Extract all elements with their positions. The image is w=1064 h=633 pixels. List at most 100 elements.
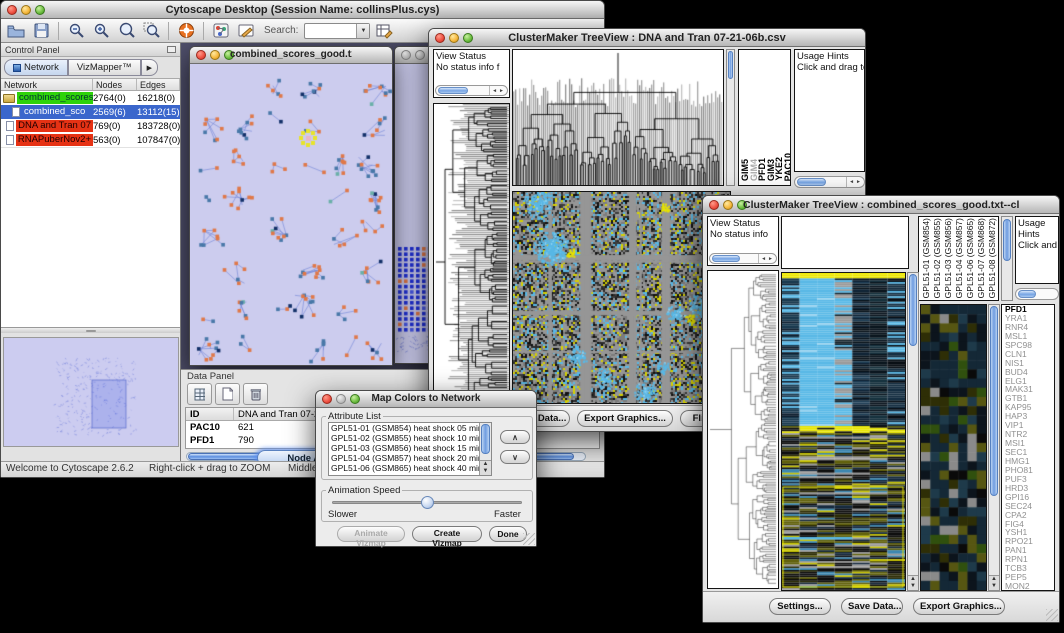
- zoom-selected-button[interactable]: [140, 21, 162, 41]
- tab-network[interactable]: Network: [4, 59, 68, 76]
- search-input[interactable]: ▼: [304, 23, 370, 39]
- animate-vizmap-button[interactable]: Animate Vizmap: [337, 526, 405, 542]
- slider-thumb[interactable]: [421, 496, 434, 509]
- scrollbar-thumb[interactable]: [1003, 219, 1011, 261]
- tab-overflow-button[interactable]: ▶: [141, 59, 158, 76]
- horizontal-scrollbar[interactable]: ◄►: [435, 85, 508, 96]
- minimize-button[interactable]: [336, 394, 346, 404]
- network-canvas[interactable]: [190, 64, 392, 365]
- export-graphics-button[interactable]: Export Graphics...: [577, 410, 673, 427]
- close-button[interactable]: [196, 50, 206, 60]
- select-attributes-button[interactable]: [187, 383, 212, 405]
- create-vizmap-button[interactable]: Create Vizmap: [412, 526, 482, 542]
- network-overview[interactable]: [3, 337, 179, 447]
- minimize-button[interactable]: [210, 50, 220, 60]
- close-button[interactable]: [401, 50, 411, 60]
- close-button[interactable]: [7, 5, 17, 15]
- move-up-button[interactable]: ∧: [500, 430, 530, 444]
- chevron-down-icon[interactable]: ▼: [356, 24, 369, 38]
- column-label[interactable]: PAC10: [784, 153, 791, 181]
- heatmap-view[interactable]: [781, 272, 906, 591]
- scrollbar-thumb[interactable]: [438, 87, 468, 94]
- close-button[interactable]: [709, 200, 719, 210]
- scrollbar-thumb[interactable]: [797, 178, 826, 186]
- minimize-button[interactable]: [449, 33, 459, 43]
- vertical-scrollbar[interactable]: [1001, 216, 1013, 301]
- heatmap-view[interactable]: [512, 191, 731, 404]
- scrollbar-arrows[interactable]: ▲▼: [908, 575, 918, 590]
- zoom-fit-button[interactable]: [115, 21, 137, 41]
- attribute-item[interactable]: GPL51-01 (GSM854) heat shock 05 min: [329, 423, 491, 433]
- vertical-scrollbar[interactable]: ▲▼: [479, 423, 491, 475]
- zoom-out-button[interactable]: [65, 21, 87, 41]
- network-tree-row[interactable]: RNAPuberNov2+563(0)107847(0): [1, 133, 180, 147]
- scrollbar-arrows[interactable]: ▲▼: [480, 460, 491, 475]
- panel-split-handle[interactable]: [1, 328, 180, 333]
- animation-speed-slider[interactable]: [332, 496, 522, 509]
- close-button[interactable]: [435, 33, 445, 43]
- scrollbar-thumb[interactable]: [1018, 290, 1036, 298]
- vertical-scrollbar[interactable]: [726, 49, 735, 186]
- network-overview-canvas[interactable]: [4, 338, 178, 446]
- scrollbar-thumb[interactable]: [990, 306, 998, 496]
- attribute-list[interactable]: GPL51-01 (GSM854) heat shock 05 minGPL51…: [328, 422, 492, 476]
- horizontal-scrollbar[interactable]: [1015, 288, 1059, 300]
- column-label[interactable]: GPL51-03 (GSM856): [943, 218, 954, 298]
- column-label[interactable]: GPL51-04 (GSM857): [954, 218, 965, 298]
- save-data-button[interactable]: Save Data...: [841, 598, 903, 615]
- zoom-in-button[interactable]: [90, 21, 112, 41]
- export-graphics-button[interactable]: Export Graphics...: [913, 598, 1005, 615]
- vertical-scrollbar[interactable]: ▲▼: [988, 304, 1000, 591]
- done-button[interactable]: Done: [489, 526, 527, 542]
- scrollbar-thumb[interactable]: [728, 51, 733, 79]
- resize-grip[interactable]: [523, 533, 535, 545]
- scrollbar-arrows[interactable]: ▲▼: [989, 575, 999, 590]
- delete-attribute-button[interactable]: [243, 383, 268, 405]
- network-tree-row[interactable]: DNA and Tran 07769(0)183728(0): [1, 119, 180, 133]
- gene-label[interactable]: MON2: [1002, 582, 1054, 591]
- title-bar[interactable]: ClusterMaker TreeView : DNA and Tran 07-…: [429, 29, 865, 47]
- network-tree-row[interactable]: combined_sco2569(6)13112(15): [1, 105, 180, 119]
- column-label[interactable]: GPL51-01 (GSM854): [921, 218, 932, 298]
- scrollbar-thumb[interactable]: [712, 255, 740, 262]
- row-dendrogram[interactable]: [707, 270, 779, 589]
- title-bar[interactable]: Map Colors to Network: [316, 391, 536, 408]
- attribute-item[interactable]: GPL51-07 (GSM868) heat shock 60 min: [329, 473, 491, 476]
- scrollbar-thumb[interactable]: [481, 424, 490, 454]
- attribute-item[interactable]: GPL51-04 (GSM857) heat shock 20 min: [329, 453, 491, 463]
- horizontal-scrollbar[interactable]: ◄►: [794, 176, 865, 188]
- vertical-scrollbar[interactable]: ▲▼: [907, 272, 919, 591]
- scrollbar-thumb[interactable]: [909, 274, 917, 346]
- zoom-heatmap-view[interactable]: [920, 304, 987, 591]
- row-dendrogram-canvas[interactable]: [434, 104, 509, 420]
- heatmap-canvas[interactable]: [513, 192, 730, 403]
- annotation-button[interactable]: [235, 21, 257, 41]
- horizontal-scrollbar[interactable]: ◄►: [709, 253, 777, 264]
- row-dendrogram[interactable]: [433, 103, 510, 421]
- close-button[interactable]: [322, 394, 332, 404]
- column-label[interactable]: GPL51-02 (GSM855): [932, 218, 943, 298]
- vizmapper-button[interactable]: [210, 21, 232, 41]
- column-dendrogram[interactable]: [781, 216, 909, 269]
- column-label[interactable]: GPL51-06 (GSM865): [965, 218, 976, 298]
- settings-button[interactable]: Settings...: [769, 598, 831, 615]
- title-bar[interactable]: ClusterMaker TreeView : combined_scores_…: [703, 196, 1059, 214]
- attribute-editor-button[interactable]: [373, 21, 395, 41]
- search-field[interactable]: [305, 24, 356, 38]
- title-bar[interactable]: Cytoscape Desktop (Session Name: collins…: [1, 1, 604, 19]
- column-label[interactable]: GPL51-08 (GSM872): [987, 218, 998, 298]
- open-session-button[interactable]: [5, 21, 27, 41]
- title-bar[interactable]: combined_scores_good.txt--cluste...: [190, 47, 392, 64]
- network-tree-row[interactable]: combined_scores_2764(0)16218(0): [1, 91, 180, 105]
- move-down-button[interactable]: ∨: [500, 450, 530, 464]
- minimize-button[interactable]: [723, 200, 733, 210]
- minimize-button[interactable]: [21, 5, 31, 15]
- heatmap-canvas[interactable]: [782, 273, 905, 590]
- save-session-button[interactable]: [30, 21, 52, 41]
- column-label[interactable]: GPL51-07 (GSM868): [976, 218, 987, 298]
- row-dendrogram-canvas[interactable]: [708, 271, 778, 588]
- column-dendrogram[interactable]: [512, 49, 724, 186]
- tab-vizmapper[interactable]: VizMapper™: [68, 59, 141, 76]
- attribute-item[interactable]: GPL51-06 (GSM865) heat shock 40 min: [329, 463, 491, 473]
- attribute-item[interactable]: GPL51-02 (GSM855) heat shock 10 min: [329, 433, 491, 443]
